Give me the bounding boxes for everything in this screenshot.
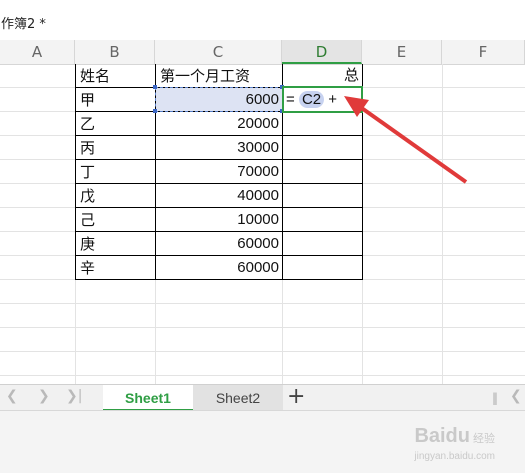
formula-suffix: + bbox=[328, 91, 338, 108]
salary-cell[interactable]: 60000 bbox=[156, 256, 282, 280]
salary-cell[interactable]: 70000 bbox=[156, 160, 282, 184]
salary-cell[interactable]: 30000 bbox=[156, 136, 282, 160]
tab-sheet1[interactable]: Sheet1 bbox=[103, 385, 193, 411]
scroll-left-icon[interactable]: ❮ bbox=[510, 388, 522, 404]
name-cell[interactable]: 辛 bbox=[76, 256, 155, 280]
window-title: 作簿2 * bbox=[1, 17, 46, 32]
name-cell[interactable]: 己 bbox=[76, 208, 155, 232]
salary-cell[interactable]: 60000 bbox=[156, 232, 282, 256]
name-cell[interactable]: 丙 bbox=[76, 136, 155, 160]
column-header-c[interactable]: C bbox=[155, 40, 282, 64]
reference-marquee bbox=[155, 87, 283, 112]
salary-cell[interactable]: 20000 bbox=[156, 112, 282, 136]
formula-prefix: = bbox=[286, 91, 295, 108]
formula-in-cell[interactable]: = C2 + bbox=[286, 88, 337, 112]
name-cell[interactable]: 戊 bbox=[76, 184, 155, 208]
header-salary-cell[interactable]: 第一个月工资 bbox=[156, 64, 282, 88]
watermark-url: jingyan.baidu.com bbox=[414, 451, 495, 462]
name-cell[interactable]: 甲 bbox=[76, 88, 155, 112]
last-sheet-icon[interactable]: ❯| bbox=[66, 388, 82, 404]
scroll-grip-icon[interactable]: ‖ bbox=[492, 391, 498, 405]
header-total-cell[interactable]: 总 bbox=[283, 64, 362, 88]
column-header-f[interactable]: F bbox=[442, 40, 525, 64]
tab-sheet2[interactable]: Sheet2 bbox=[193, 385, 283, 411]
name-cell[interactable]: 乙 bbox=[76, 112, 155, 136]
first-sheet-icon[interactable]: ❮ bbox=[6, 388, 18, 404]
column-header-d[interactable]: D bbox=[282, 40, 362, 64]
status-bar: Baidu 经验 jingyan.baidu.com bbox=[0, 410, 525, 473]
name-cell[interactable]: 庚 bbox=[76, 232, 155, 256]
salary-cell[interactable]: 10000 bbox=[156, 208, 282, 232]
salary-cell[interactable]: 40000 bbox=[156, 184, 282, 208]
sheet-tab-bar: ❮ ❯ ❯| Sheet1 Sheet2 + ‖ ❮ bbox=[0, 384, 525, 411]
plus-icon[interactable]: + bbox=[287, 385, 305, 411]
header-name-cell[interactable]: 姓名 bbox=[76, 64, 155, 88]
next-sheet-icon[interactable]: ❯ bbox=[38, 388, 50, 404]
column-header-b[interactable]: B bbox=[75, 40, 155, 64]
formula-ref-c2: C2 bbox=[298, 91, 325, 108]
column-header-a[interactable]: A bbox=[0, 40, 75, 64]
baidu-watermark: Baidu 经验 bbox=[414, 425, 495, 447]
title-bar: 作簿2 * bbox=[0, 0, 525, 40]
column-header-e[interactable]: E bbox=[362, 40, 442, 64]
name-cell[interactable]: 丁 bbox=[76, 160, 155, 184]
column-header-row: A B C D E F bbox=[0, 40, 525, 65]
spreadsheet-grid[interactable]: 姓名 第一个月工资 总 甲 6000 乙 20000 丙 30000 丁 700… bbox=[0, 64, 525, 384]
